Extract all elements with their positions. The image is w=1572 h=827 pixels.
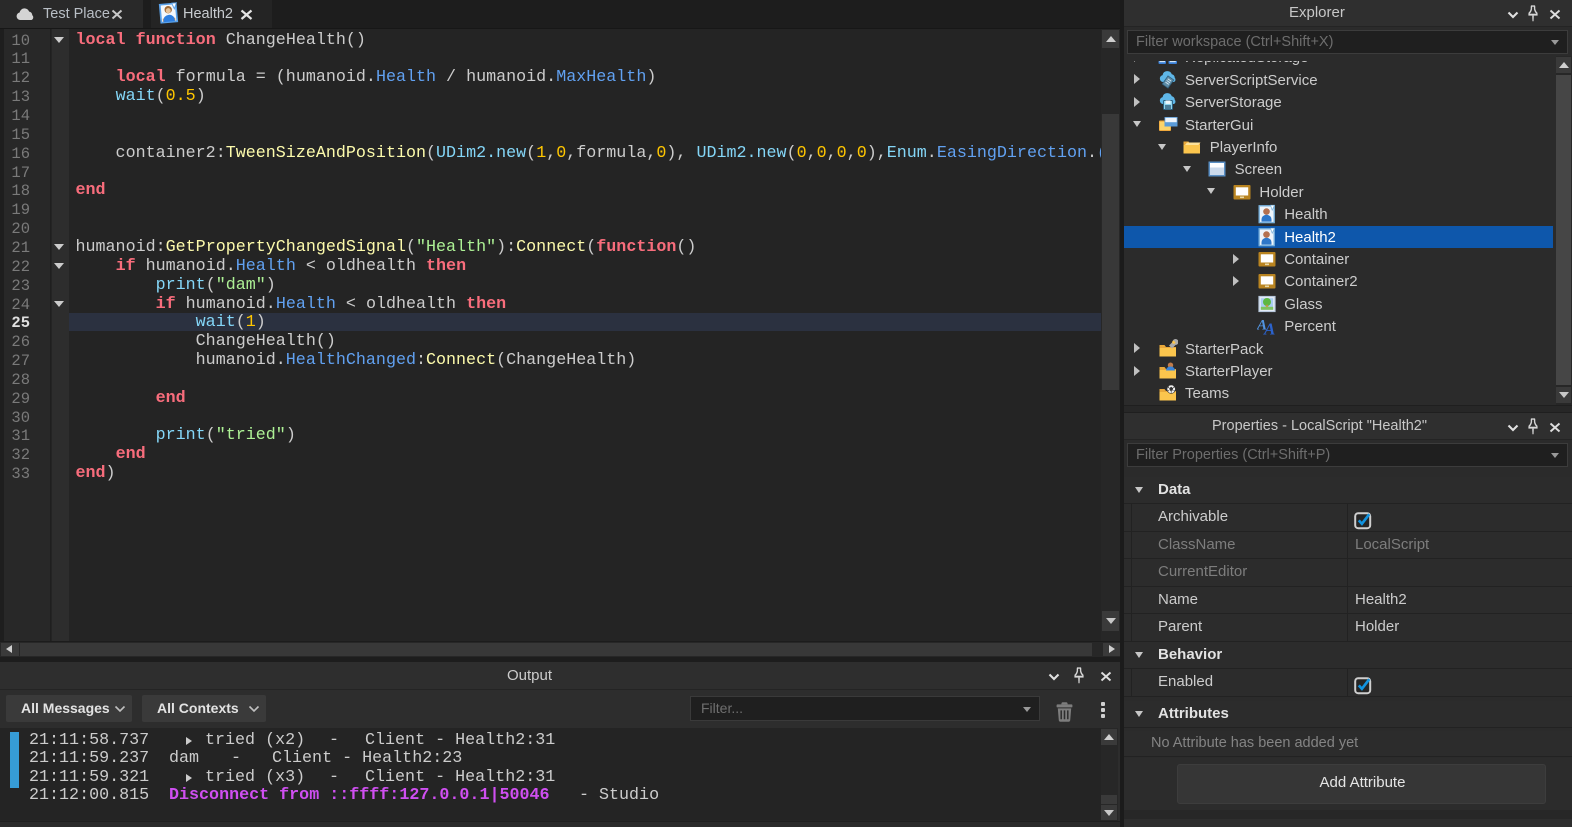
svg-text:A: A [1263, 320, 1275, 337]
